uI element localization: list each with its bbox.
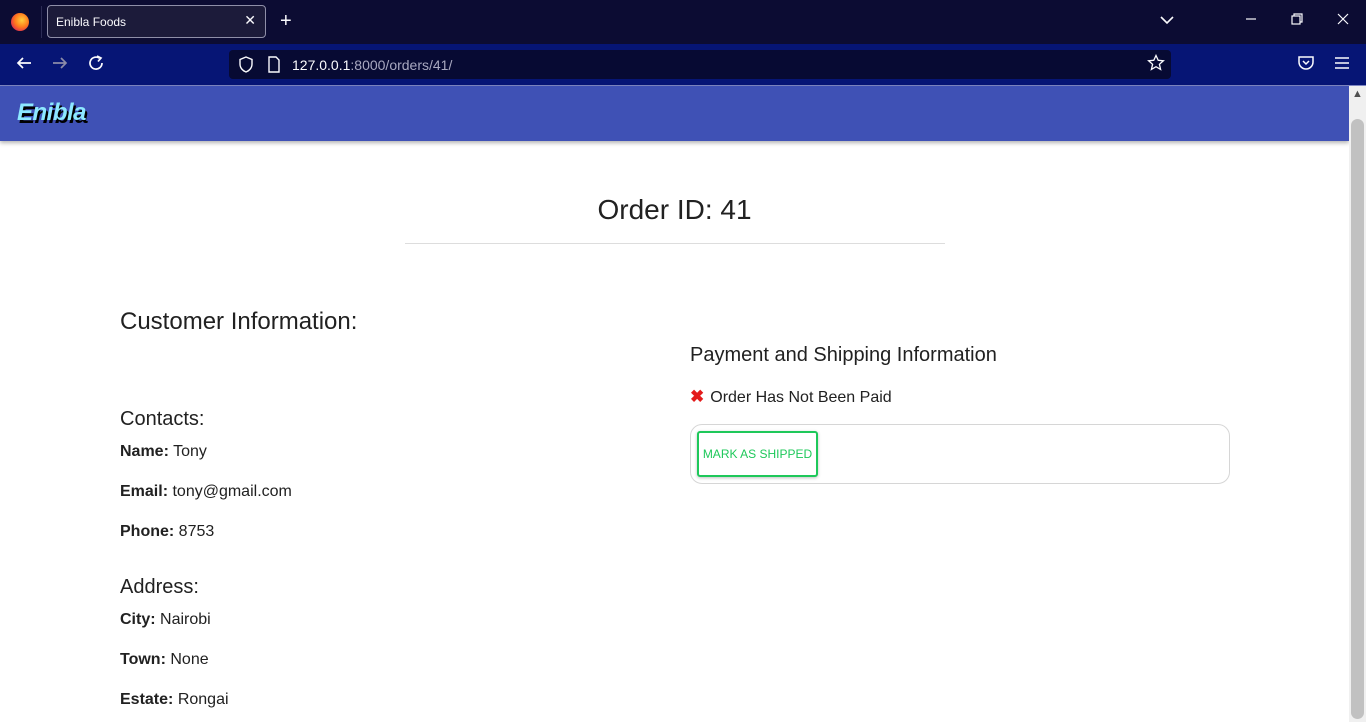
name-label: Name: xyxy=(120,443,169,460)
city-label: City: xyxy=(120,611,156,628)
forward-arrow-icon[interactable] xyxy=(51,54,69,77)
page-info-icon[interactable] xyxy=(267,56,281,76)
customer-info-heading: Customer Information: xyxy=(120,308,358,335)
url-host: 127.0.0.1 xyxy=(292,57,351,73)
estate-value: Rongai xyxy=(177,691,229,708)
town-value: None xyxy=(170,651,209,668)
tracking-shield-icon[interactable] xyxy=(238,56,254,76)
browser-tab-bar: Enibla Foods ✕ + xyxy=(0,0,1366,44)
url-path: :8000/orders/41/ xyxy=(350,57,453,73)
phone-label: Phone: xyxy=(120,523,175,540)
contacts-heading: Contacts: xyxy=(120,408,205,430)
app-menu-icon[interactable] xyxy=(1333,54,1351,77)
list-tabs-chevron-icon[interactable] xyxy=(1159,12,1175,32)
page-scrollbar[interactable]: ▲ xyxy=(1349,86,1366,722)
reload-icon[interactable] xyxy=(87,54,105,77)
url-text[interactable]: 127.0.0.1:8000/orders/41/ xyxy=(292,57,452,73)
firefox-logo-icon xyxy=(11,13,29,31)
tab-separator xyxy=(41,6,42,38)
address-heading: Address: xyxy=(120,576,199,598)
estate-label: Estate: xyxy=(120,691,174,708)
customer-name: Name: Tony xyxy=(120,443,207,461)
email-label: Email: xyxy=(120,483,169,500)
customer-email: Email: tony@gmail.com xyxy=(120,483,292,501)
browser-tab[interactable]: Enibla Foods ✕ xyxy=(47,5,266,38)
payment-status-text: Order Has Not Been Paid xyxy=(710,389,892,406)
url-bar[interactable]: 127.0.0.1:8000/orders/41/ xyxy=(229,50,1171,79)
mark-as-shipped-button[interactable]: MARK AS SHIPPED xyxy=(697,431,818,477)
scroll-up-arrow-icon[interactable]: ▲ xyxy=(1349,86,1366,103)
minimize-icon[interactable] xyxy=(1245,12,1257,29)
brand-logo[interactable]: Enibla xyxy=(17,99,87,127)
payment-status: ✖ Order Has Not Been Paid xyxy=(690,387,892,407)
back-arrow-icon[interactable] xyxy=(15,54,33,77)
bookmark-star-icon[interactable] xyxy=(1147,53,1165,77)
customer-estate: Estate: Rongai xyxy=(120,691,229,709)
customer-city: City: Nairobi xyxy=(120,611,211,629)
order-title: Order ID: 41 xyxy=(597,194,752,225)
pocket-icon[interactable] xyxy=(1297,54,1315,77)
close-x-icon: ✖ xyxy=(690,387,705,406)
payment-shipping-heading: Payment and Shipping Information xyxy=(690,344,997,366)
scrollbar-thumb[interactable] xyxy=(1351,119,1364,719)
new-tab-icon[interactable]: + xyxy=(280,10,292,32)
close-window-icon[interactable] xyxy=(1337,12,1349,29)
shipping-card: MARK AS SHIPPED xyxy=(690,424,1230,484)
phone-value: 8753 xyxy=(178,523,215,540)
tab-title: Enibla Foods xyxy=(56,15,127,29)
city-value: Nairobi xyxy=(160,611,211,628)
title-divider xyxy=(405,243,945,244)
close-tab-icon[interactable]: ✕ xyxy=(244,12,256,29)
customer-phone: Phone: 8753 xyxy=(120,523,214,541)
customer-town: Town: None xyxy=(120,651,209,669)
app-header: Enibla xyxy=(0,86,1349,141)
email-value: tony@gmail.com xyxy=(172,483,292,500)
restore-icon[interactable] xyxy=(1291,12,1303,29)
town-label: Town: xyxy=(120,651,166,668)
name-value: Tony xyxy=(173,443,207,460)
